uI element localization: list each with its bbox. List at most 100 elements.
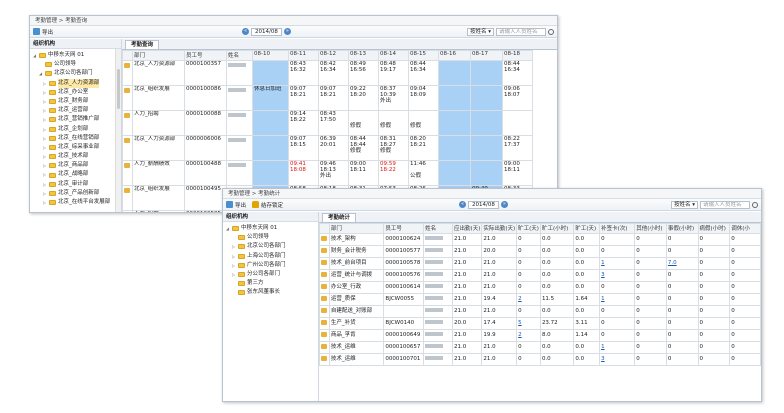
day-cell[interactable]: 08:20 18:21 xyxy=(408,135,439,161)
day-cell[interactable]: 08:43 16:32 xyxy=(288,60,319,86)
column-header[interactable]: 08-18 xyxy=(502,50,533,61)
tree-item[interactable]: 张东风董事长 xyxy=(226,288,318,297)
edit-icon[interactable] xyxy=(124,138,130,143)
day-cell[interactable] xyxy=(502,110,533,136)
tree-item[interactable]: ▷ 上海公司各部门 xyxy=(226,252,318,261)
stat-link[interactable]: 1 xyxy=(601,344,605,350)
edit-cell[interactable] xyxy=(122,110,133,136)
stat-link[interactable]: 1 xyxy=(601,296,605,302)
column-header[interactable]: 姓名 xyxy=(423,223,454,234)
edit-icon[interactable] xyxy=(321,332,327,337)
stat-link[interactable]: 7.0 xyxy=(668,260,677,266)
tree-item[interactable]: 公司领导 xyxy=(226,233,318,242)
search-field-select[interactable]: 按姓名 ▾ xyxy=(466,27,494,36)
tree-item[interactable]: ▷ 北京_战略部 xyxy=(33,170,121,179)
edit-icon[interactable] xyxy=(321,320,327,325)
edit-icon[interactable] xyxy=(124,163,130,168)
stat-link-cell[interactable]: 3 xyxy=(599,269,636,282)
tree-item[interactable]: 第三方 xyxy=(226,279,318,288)
search-input[interactable]: 请输入人员姓名 xyxy=(700,200,750,209)
column-header[interactable]: 旷工(天) xyxy=(516,223,541,234)
edit-cell[interactable] xyxy=(319,317,330,330)
stat-link[interactable]: 2 xyxy=(518,332,522,338)
edit-cell[interactable] xyxy=(319,341,330,354)
day-cell[interactable]: 09:22 18:20 xyxy=(348,85,379,111)
stat-link-cell[interactable]: 1 xyxy=(599,341,636,354)
tree-item[interactable]: ▷ 广州公司各部门 xyxy=(226,261,318,270)
day-cell[interactable]: 09:07 18:15 xyxy=(288,135,319,161)
day-cell[interactable]: 09:07 18:21 xyxy=(288,85,319,111)
tree-item[interactable]: ▷ 北京_财务部 xyxy=(33,97,121,106)
edit-cell[interactable] xyxy=(122,60,133,86)
stat-link[interactable]: 1 xyxy=(601,260,605,266)
day-cell[interactable]: 08:49 16:56 xyxy=(348,60,379,86)
column-header[interactable]: 病假(小时) xyxy=(697,223,731,234)
column-header[interactable]: 08-10 xyxy=(252,50,289,61)
stat-link[interactable]: 3 xyxy=(601,272,605,278)
day-cell[interactable]: 08:44 16:34 xyxy=(408,60,439,86)
tree-item[interactable]: ▷ 北京_审计部 xyxy=(33,180,121,189)
table-row[interactable]: 技术_运维 0000100657 21.0 21.0 0 0.0 0.0 1 0 0 0 0 xyxy=(319,341,761,354)
tree-item[interactable]: ▷ 北京_商品部 xyxy=(33,161,121,170)
tree-item[interactable]: 公司领导 xyxy=(33,60,121,69)
export-button[interactable]: 导出 xyxy=(226,201,246,209)
tab-attendance-stats[interactable]: 考勤统计 xyxy=(322,213,357,222)
day-cell[interactable]: 08:42 16:34 xyxy=(318,60,349,86)
edit-icon[interactable] xyxy=(321,356,327,361)
edit-cell[interactable] xyxy=(122,160,133,186)
tree-item[interactable]: ◢ 北京公司各部门 xyxy=(33,69,121,78)
column-header[interactable]: 旷工(天) xyxy=(573,223,601,234)
table-row[interactable]: 运营_质保 BJCW0055 21.0 19.4 2 11.5 1.64 1 0 0 0 0 xyxy=(319,293,761,306)
column-header[interactable]: 08-14 xyxy=(378,50,409,61)
tree-item[interactable]: ▷ 北京_产品创新部 xyxy=(33,189,121,198)
column-header[interactable]: 应出勤(天) xyxy=(452,223,483,234)
tree-item[interactable]: ▷ 北京_在线平台发展部 xyxy=(33,198,121,207)
edit-cell[interactable] xyxy=(319,353,330,366)
day-cell[interactable]: 08:44 18:44 修假 xyxy=(348,135,379,161)
edit-cell[interactable] xyxy=(319,269,330,282)
day-cell[interactable]: 09:04 18:09 xyxy=(408,85,439,111)
edit-cell[interactable] xyxy=(319,293,330,306)
edit-icon[interactable] xyxy=(124,188,130,193)
table-row[interactable]: 人力_薪酬绩效 0000100488 09:41 18:08 09:46 18:13 … xyxy=(122,160,533,186)
day-cell[interactable] xyxy=(438,135,471,161)
edit-cell[interactable] xyxy=(122,210,133,212)
edit-cell[interactable] xyxy=(319,305,330,318)
day-cell[interactable]: 09:07 18:21 xyxy=(318,85,349,111)
edit-cell[interactable] xyxy=(319,329,330,342)
column-header[interactable]: 其他(小时) xyxy=(634,223,667,234)
column-header[interactable]: 事假(小时) xyxy=(665,223,699,234)
tree-item[interactable]: ▷ 北京_办公室 xyxy=(33,88,121,97)
day-cell[interactable]: 08:43 17:50 xyxy=(318,110,349,136)
tree-item[interactable]: ◢ 中移东天网 01 xyxy=(226,224,318,233)
next-month-button[interactable]: » xyxy=(283,28,291,35)
column-header[interactable]: 08-17 xyxy=(470,50,503,61)
column-header[interactable]: 08-15 xyxy=(408,50,439,61)
tab-attendance-query[interactable]: 考勤查询 xyxy=(125,40,160,49)
column-header[interactable]: 旷工(小时) xyxy=(539,223,575,234)
stat-link[interactable]: 3 xyxy=(601,356,605,362)
table-row[interactable]: 商品_孚肯 0000100649 21.0 19.9 2 8.0 1.14 0 0 0 0 0 xyxy=(319,329,761,342)
tree-item[interactable]: ▷ 北京_人力资源部 xyxy=(33,78,121,88)
search-icon[interactable] xyxy=(548,28,554,35)
day-cell[interactable] xyxy=(252,160,289,186)
day-cell[interactable] xyxy=(438,85,471,111)
stat-link[interactable]: 2 xyxy=(518,296,522,302)
stat-link-cell[interactable]: 2 xyxy=(516,293,541,306)
edit-icon[interactable] xyxy=(321,236,327,241)
table-row[interactable]: 自建配送_对账部 21.0 21.0 0 0.0 0.0 0 0 0 0 0 xyxy=(319,305,761,318)
day-cell[interactable]: 修假 xyxy=(348,110,379,136)
column-header[interactable]: 实际出勤(天) xyxy=(481,223,518,234)
tree-item[interactable]: ▷ 北京_企划部 xyxy=(33,125,121,134)
export-button[interactable]: 导出 xyxy=(33,28,53,36)
edit-cell[interactable] xyxy=(319,257,330,270)
day-cell[interactable] xyxy=(470,135,503,161)
tree-item[interactable]: ▷ 北京_在线营销部 xyxy=(33,134,121,143)
day-cell[interactable]: 09:06 18:07 xyxy=(502,85,533,111)
column-header[interactable]: 补签卡(次) xyxy=(599,223,636,234)
edit-cell[interactable] xyxy=(122,185,133,211)
edit-cell[interactable] xyxy=(319,281,330,294)
tree-item[interactable]: ▷ 北京公司各部门 xyxy=(226,242,318,251)
table-row[interactable]: 运营_统计与调拨 0000100576 21.0 21.0 0 0.0 0.0 3 0 0 0 0 xyxy=(319,269,761,282)
stat-link[interactable]: 5 xyxy=(518,320,522,326)
